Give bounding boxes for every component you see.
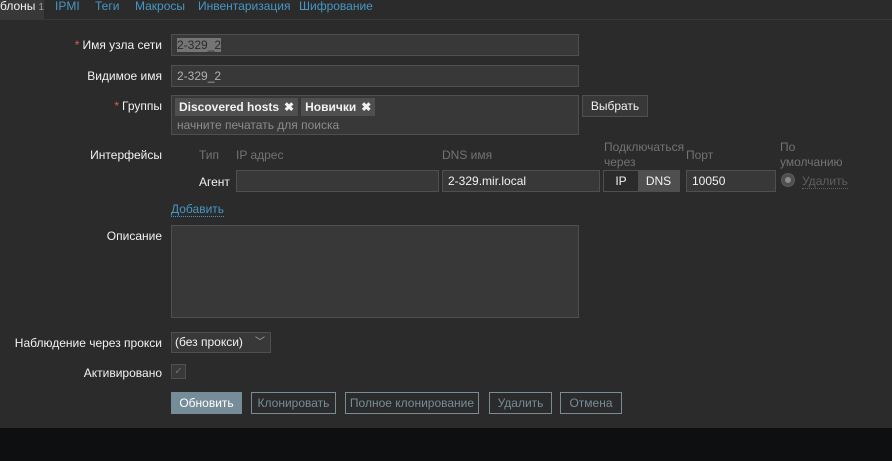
chip-label: Discovered hosts <box>179 100 280 114</box>
visible-name-label: Видимое имя <box>87 69 162 83</box>
header-connect: Подключаться через <box>604 140 685 169</box>
delete-button[interactable]: Удалить <box>489 392 552 414</box>
header-type: Тип <box>199 148 220 162</box>
tab-ipmi[interactable]: IPMI <box>55 0 80 19</box>
full-clone-button[interactable]: Полное клонирование <box>345 392 479 414</box>
enabled-label: Активировано <box>83 366 162 380</box>
label-text: Группы <box>122 99 162 113</box>
groups-search-placeholder[interactable]: начните печатать для поиска <box>172 116 578 134</box>
description-label: Описание <box>106 229 162 243</box>
connect-dns-option[interactable]: DNS <box>638 171 679 191</box>
interfaces-label: Интерфейсы <box>90 148 162 162</box>
header-default: По умолчанию <box>780 140 843 169</box>
tab-templates[interactable]: блоны 1 <box>0 0 44 19</box>
groups-label: * Группы <box>114 99 162 113</box>
remove-chip-icon[interactable]: ✖ <box>361 100 371 114</box>
tab-encryption[interactable]: Шифрование <box>299 0 373 19</box>
host-name-value: 2-329_2 <box>177 38 222 52</box>
header-ip: IP адрес <box>236 148 284 162</box>
remove-interface-link[interactable]: Удалить <box>802 174 848 189</box>
tab-inventory[interactable]: Инвентаризация <box>198 0 290 19</box>
tab-count: 1 <box>38 2 44 13</box>
update-button[interactable]: Обновить <box>171 392 242 414</box>
interface-dns-input[interactable]: 2-329.mir.local <box>442 170 600 192</box>
select-groups-button[interactable]: Выбрать <box>582 95 648 117</box>
tab-bar: блоны 1 IPMI Теги Макросы Инвентаризация … <box>0 0 892 20</box>
interface-type: Агент <box>199 175 230 189</box>
description-textarea[interactable] <box>171 225 579 318</box>
tab-tags[interactable]: Теги <box>95 0 119 19</box>
page-footer-area <box>0 428 892 461</box>
tab-label: блоны <box>0 0 36 13</box>
radio-dot-icon <box>785 177 791 183</box>
chip-label: Новички <box>305 100 357 114</box>
checkmark-icon: ✓ <box>174 366 183 377</box>
remove-chip-icon[interactable]: ✖ <box>284 100 294 114</box>
connect-via-toggle: IP DNS <box>603 170 680 192</box>
header-port: Порт <box>686 148 714 162</box>
interface-port-input[interactable]: 10050 <box>686 170 776 192</box>
chevron-down-icon: ﹀ <box>255 337 265 348</box>
clone-button[interactable]: Клонировать <box>251 392 336 414</box>
interface-ip-input[interactable] <box>236 170 439 192</box>
group-chip: Новички ✖ <box>301 98 376 116</box>
groups-multiselect[interactable]: Discovered hosts ✖ Новички ✖ начните печата… <box>171 95 579 135</box>
cancel-button[interactable]: Отмена <box>560 392 622 414</box>
proxy-label: Наблюдение через прокси <box>14 336 162 350</box>
connect-ip-option[interactable]: IP <box>604 171 638 191</box>
visible-name-input[interactable]: 2-329_2 <box>171 65 579 87</box>
tab-macros[interactable]: Макросы <box>135 0 185 19</box>
default-interface-radio[interactable] <box>781 173 795 187</box>
proxy-select[interactable]: (без прокси) ﹀ <box>171 332 271 353</box>
header-dns: DNS имя <box>442 148 493 162</box>
add-interface-link[interactable]: Добавить <box>171 202 225 217</box>
proxy-value: (без прокси) <box>175 335 243 349</box>
group-chip: Discovered hosts ✖ <box>175 98 299 116</box>
required-marker: * <box>114 99 120 113</box>
host-name-label: * Имя узла сети <box>75 38 162 52</box>
host-name-input[interactable]: 2-329_2 <box>171 34 579 56</box>
label-text: Имя узла сети <box>82 38 162 52</box>
required-marker: * <box>74 38 80 52</box>
enabled-checkbox[interactable]: ✓ <box>171 364 186 379</box>
